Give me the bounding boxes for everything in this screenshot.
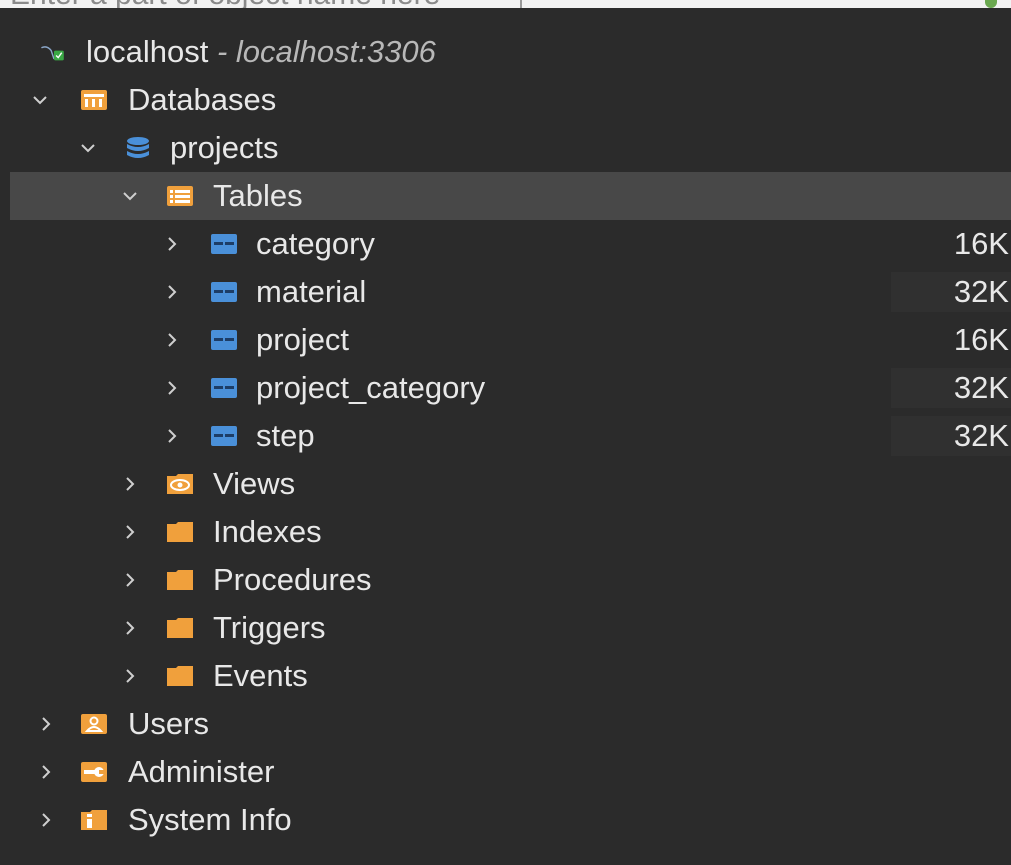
tables-folder-icon (166, 184, 194, 208)
table-row[interactable]: step 32K (10, 412, 1011, 460)
chevron-right-icon[interactable] (162, 234, 182, 254)
events-label: Events (213, 658, 308, 693)
administer-label: Administer (128, 754, 275, 789)
chevron-right-icon[interactable] (162, 330, 182, 350)
tree-item-schema-projects[interactable]: projects (10, 124, 1011, 172)
folder-icon (166, 616, 194, 640)
tree-item-views[interactable]: Views (10, 460, 1011, 508)
chevron-right-icon[interactable] (120, 618, 140, 638)
table-size: 16K (953, 322, 1009, 357)
chevron-right-icon[interactable] (162, 378, 182, 398)
chevron-right-icon[interactable] (36, 810, 56, 830)
views-eye-icon (166, 472, 194, 496)
tree-item-system-info[interactable]: System Info (10, 796, 1011, 844)
connection-name: localhost (86, 34, 209, 69)
table-icon (210, 376, 238, 400)
table-name: project_category (256, 370, 486, 405)
chevron-down-icon[interactable] (78, 138, 98, 158)
table-name: material (256, 274, 367, 309)
table-name: category (256, 226, 375, 261)
tree-item-databases[interactable]: Databases (10, 76, 1011, 124)
table-size: 32K (953, 274, 1009, 309)
tree-connection-localhost[interactable]: localhost - localhost:3306 (10, 28, 1011, 76)
views-label: Views (213, 466, 296, 501)
info-icon (80, 808, 108, 832)
chevron-right-icon[interactable] (162, 282, 182, 302)
chevron-right-icon[interactable] (120, 474, 140, 494)
search-cursor (520, 0, 522, 8)
tree-item-indexes[interactable]: Indexes (10, 508, 1011, 556)
table-icon (210, 232, 238, 256)
schema-label: projects (170, 130, 279, 165)
search-bar[interactable]: Enter a part of object name here (0, 0, 1011, 8)
tree-item-administer[interactable]: Administer (10, 748, 1011, 796)
chevron-down-icon[interactable] (30, 90, 50, 110)
chevron-right-icon[interactable] (162, 426, 182, 446)
table-row[interactable]: category 16K (10, 220, 1011, 268)
search-input[interactable]: Enter a part of object name here (10, 0, 440, 8)
indexes-label: Indexes (213, 514, 322, 549)
procedures-label: Procedures (213, 562, 372, 597)
table-size: 16K (953, 226, 1009, 261)
tables-label: Tables (213, 178, 303, 213)
tree-item-procedures[interactable]: Procedures (10, 556, 1011, 604)
folder-icon (166, 664, 194, 688)
users-label: Users (128, 706, 209, 741)
chevron-down-icon[interactable] (120, 186, 140, 206)
table-size: 32K (953, 370, 1009, 405)
databases-label: Databases (128, 82, 277, 117)
system-info-label: System Info (128, 802, 292, 837)
table-row[interactable]: material 32K (10, 268, 1011, 316)
navigator-tree: localhost - localhost:3306 Databases pro… (10, 8, 1011, 865)
chevron-right-icon[interactable] (120, 522, 140, 542)
chevron-right-icon[interactable] (36, 762, 56, 782)
tree-item-tables[interactable]: Tables (10, 172, 1011, 220)
tree-item-events[interactable]: Events (10, 652, 1011, 700)
folder-icon (166, 568, 194, 592)
chevron-right-icon[interactable] (120, 570, 140, 590)
table-name: step (256, 418, 315, 453)
database-cylinder-icon (124, 136, 152, 160)
table-row[interactable]: project 16K (10, 316, 1011, 364)
table-icon (210, 328, 238, 352)
table-row[interactable]: project_category 32K (10, 364, 1011, 412)
table-icon (210, 280, 238, 304)
chevron-right-icon[interactable] (120, 666, 140, 686)
triggers-label: Triggers (213, 610, 326, 645)
table-icon (210, 424, 238, 448)
mysql-connection-icon (40, 40, 80, 64)
wrench-icon (80, 760, 108, 784)
table-name: project (256, 322, 350, 357)
databases-icon (80, 88, 108, 112)
folder-icon (166, 520, 194, 544)
table-size: 32K (953, 418, 1009, 453)
tree-item-triggers[interactable]: Triggers (10, 604, 1011, 652)
users-icon (80, 712, 108, 736)
connection-detail: - localhost:3306 (216, 34, 436, 69)
tree-item-users[interactable]: Users (10, 700, 1011, 748)
status-indicator-icon (985, 0, 997, 8)
chevron-right-icon[interactable] (36, 714, 56, 734)
